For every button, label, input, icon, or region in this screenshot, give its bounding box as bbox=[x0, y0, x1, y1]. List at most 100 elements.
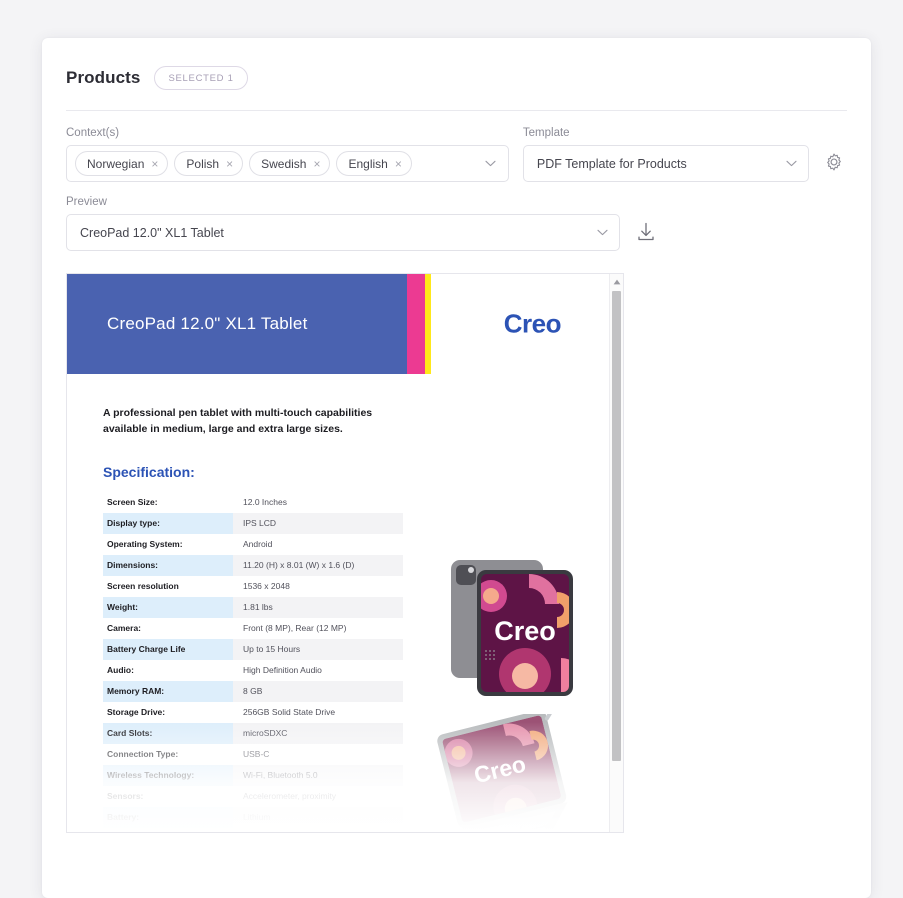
context-chip-swedish[interactable]: Swedish × bbox=[249, 151, 331, 176]
banner-yellow-stripe bbox=[425, 274, 431, 374]
spec-key: Storage Drive: bbox=[107, 707, 166, 717]
document-banner: CreoPad 12.0" XL1 Tablet Creo bbox=[67, 274, 609, 374]
products-card: Products SELECTED 1 Context(s) Norwegian… bbox=[42, 38, 871, 898]
spec-value: 8 GB bbox=[233, 680, 403, 702]
spec-value: Lithium bbox=[233, 806, 403, 828]
spec-value: 1536 x 2048 bbox=[243, 581, 290, 591]
spec-value: Wi-Fi, Bluetooth 5.0 bbox=[233, 764, 403, 786]
spec-key: Battery: bbox=[103, 806, 233, 828]
preview-select[interactable]: CreoPad 12.0" XL1 Tablet bbox=[66, 214, 620, 251]
template-select[interactable]: PDF Template for Products bbox=[522, 145, 809, 182]
spec-key: Battery Charge Life bbox=[103, 638, 233, 660]
spec-key: Connection Type: bbox=[107, 749, 179, 759]
table-row: Wireless Technology: Wi-Fi, Bluetooth 5.… bbox=[103, 764, 403, 786]
table-row: Weight: 1.81 lbs bbox=[103, 596, 403, 618]
table-row: Screen Size: 12.0 Inches bbox=[103, 492, 403, 513]
spec-value: 1.81 lbs bbox=[233, 596, 403, 618]
table-row: Display type: IPS LCD bbox=[103, 512, 403, 534]
scroll-up-button[interactable] bbox=[610, 274, 623, 289]
template-label: Template bbox=[522, 127, 570, 139]
product-image-tablet-keyboard: Creo bbox=[401, 706, 601, 832]
spec-value: USB-C bbox=[243, 749, 270, 759]
chevron-down-icon[interactable] bbox=[478, 158, 504, 170]
gear-icon bbox=[827, 153, 841, 171]
product-description: A professional pen tablet with multi-tou… bbox=[103, 407, 373, 435]
chip-label: Norwegian bbox=[87, 156, 145, 171]
table-row: Audio: High Definition Audio bbox=[103, 660, 403, 681]
spec-key: Sensors: bbox=[107, 791, 144, 801]
table-row: Screen resolution 1536 x 2048 bbox=[103, 576, 403, 597]
chip-label: Swedish bbox=[261, 156, 307, 171]
spec-key: Card Slots: bbox=[103, 722, 233, 744]
scrollbar-thumb[interactable] bbox=[612, 291, 621, 761]
spec-value: 12.0 Inches bbox=[243, 497, 287, 507]
spec-value: Accelerometer, proximity bbox=[243, 791, 337, 801]
table-row: Sensors: Accelerometer, proximity bbox=[103, 786, 403, 807]
specification-heading: Specification: bbox=[103, 463, 195, 480]
context-chip-list: Norwegian × Polish × Swedish × English × bbox=[75, 151, 478, 176]
spec-value: microSDXC bbox=[233, 722, 403, 744]
preview-label: Preview bbox=[66, 196, 107, 208]
template-select-value: PDF Template for Products bbox=[536, 156, 687, 171]
card-header: Products SELECTED 1 bbox=[42, 38, 871, 90]
chip-label: Polish bbox=[186, 156, 220, 171]
spec-value: 11.20 (H) x 8.01 (W) x 1.6 (D) bbox=[233, 554, 403, 576]
context-chip-norwegian[interactable]: Norwegian × bbox=[75, 151, 169, 176]
spec-key: Operating System: bbox=[107, 539, 183, 549]
spec-key: Memory RAM: bbox=[103, 680, 233, 702]
table-row: Camera: Front (8 MP), Rear (12 MP) bbox=[103, 618, 403, 639]
spec-value: Android bbox=[243, 539, 273, 549]
caret-up-icon bbox=[613, 279, 620, 284]
chevron-down-icon[interactable] bbox=[589, 227, 615, 239]
spec-key: Display type: bbox=[103, 512, 233, 534]
table-row: Dimensions: 11.20 (H) x 8.01 (W) x 1.6 (… bbox=[103, 554, 403, 576]
context-chip-english[interactable]: English × bbox=[336, 151, 412, 176]
download-button[interactable] bbox=[636, 221, 658, 245]
table-row: Memory RAM: 8 GB bbox=[103, 680, 403, 702]
table-row: Operating System: Android bbox=[103, 534, 403, 555]
header-divider bbox=[66, 110, 847, 111]
spec-key: Screen resolution bbox=[107, 581, 179, 591]
specification-table: Screen Size: 12.0 Inches Display type: I… bbox=[103, 492, 403, 828]
pdf-preview-panel: CreoPad 12.0" XL1 Tablet Creo A professi… bbox=[66, 273, 624, 833]
template-settings-button[interactable] bbox=[823, 151, 847, 175]
contexts-template-row: Context(s) Norwegian × Polish × Swedish … bbox=[42, 127, 871, 182]
preview-field: Preview CreoPad 12.0" XL1 Tablet bbox=[66, 196, 620, 251]
spec-key: Weight: bbox=[103, 596, 233, 618]
spec-key: Wireless Technology: bbox=[103, 764, 233, 786]
download-icon bbox=[638, 222, 654, 241]
contexts-multiselect[interactable]: Norwegian × Polish × Swedish × English × bbox=[66, 145, 509, 182]
spec-key: Dimensions: bbox=[103, 554, 233, 576]
brand-logo: Creo bbox=[503, 308, 562, 339]
page-title: Products bbox=[66, 68, 141, 87]
pdf-document: CreoPad 12.0" XL1 Tablet Creo A professi… bbox=[67, 274, 609, 832]
spec-value: 256GB Solid State Drive bbox=[243, 707, 336, 717]
svg-text:Creo: Creo bbox=[494, 616, 556, 646]
preview-select-value: CreoPad 12.0" XL1 Tablet bbox=[80, 225, 224, 240]
document-title: CreoPad 12.0" XL1 Tablet bbox=[107, 314, 308, 333]
template-field: Template PDF Template for Products bbox=[522, 127, 809, 182]
close-icon[interactable]: × bbox=[151, 158, 158, 170]
preview-row: Preview CreoPad 12.0" XL1 Tablet bbox=[42, 196, 871, 251]
close-icon[interactable]: × bbox=[395, 158, 402, 170]
table-row: Battery: Lithium bbox=[103, 806, 403, 828]
contexts-field: Context(s) Norwegian × Polish × Swedish … bbox=[66, 127, 509, 182]
spec-value: Up to 15 Hours bbox=[233, 638, 403, 660]
spec-key: Screen Size: bbox=[107, 497, 158, 507]
chip-label: English bbox=[348, 156, 388, 171]
context-chip-polish[interactable]: Polish × bbox=[174, 151, 244, 176]
spec-value: IPS LCD bbox=[233, 512, 403, 534]
table-row: Storage Drive: 256GB Solid State Drive bbox=[103, 702, 403, 723]
table-row: Connection Type: USB-C bbox=[103, 744, 403, 765]
spec-key: Camera: bbox=[107, 623, 142, 633]
close-icon[interactable]: × bbox=[313, 158, 320, 170]
spec-value: Front (8 MP), Rear (12 MP) bbox=[243, 623, 347, 633]
chevron-down-icon[interactable] bbox=[778, 158, 804, 170]
product-image-tablet: Creo bbox=[433, 554, 593, 704]
contexts-label: Context(s) bbox=[66, 127, 120, 139]
preview-scrollbar[interactable] bbox=[609, 274, 623, 832]
status-badge: SELECTED 1 bbox=[154, 66, 248, 90]
table-row: Card Slots: microSDXC bbox=[103, 722, 403, 744]
close-icon[interactable]: × bbox=[226, 158, 233, 170]
table-row: Battery Charge Life Up to 15 Hours bbox=[103, 638, 403, 660]
